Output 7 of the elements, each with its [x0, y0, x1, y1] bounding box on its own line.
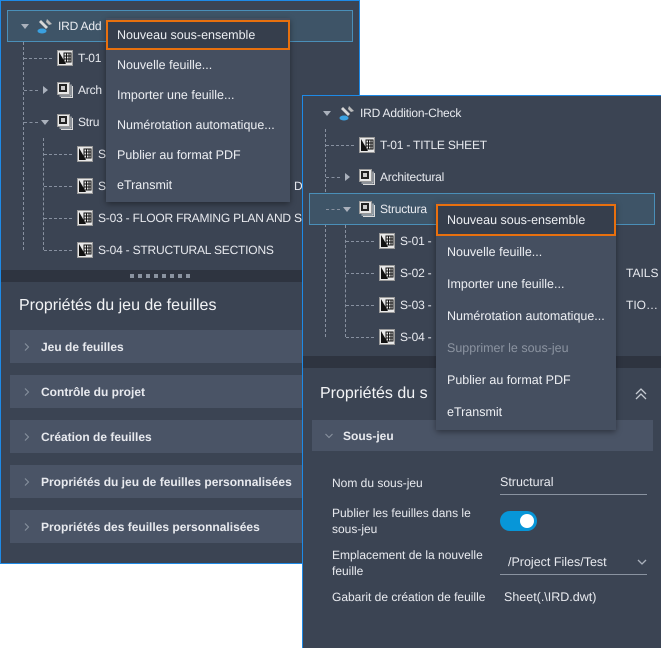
- field-label: Gabarit de création de feuille: [332, 589, 486, 605]
- field-label: Nom du sous-jeu: [332, 475, 424, 491]
- field-label: Emplacement de la nouvelle feuille: [332, 547, 484, 579]
- field-label: Publier les feuilles dans le sous-jeu: [332, 505, 472, 537]
- panel-title: Propriétés du s: [320, 385, 428, 403]
- panel-title: Propriétés du jeu de feuilles: [19, 297, 216, 315]
- field-value: Sheet(.\IRD.dwt): [503, 590, 598, 604]
